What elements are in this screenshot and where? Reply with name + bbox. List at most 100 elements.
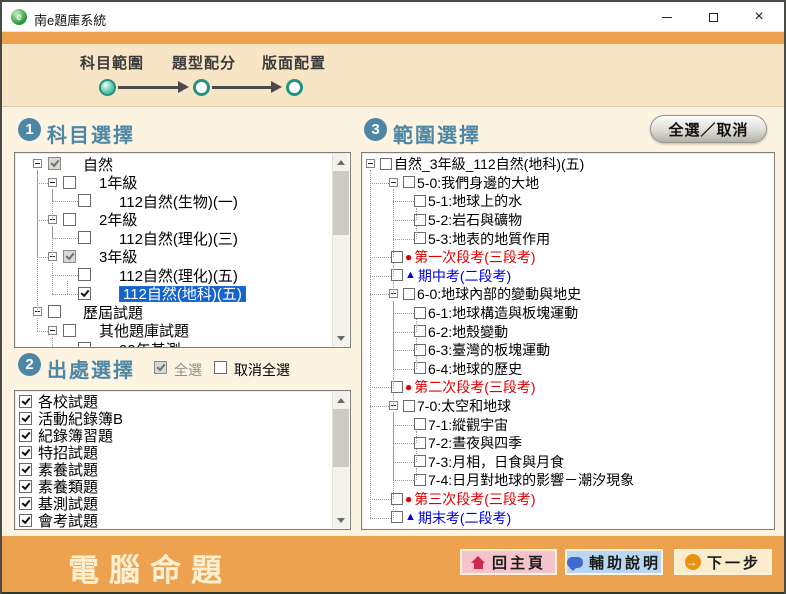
- tree-node-label[interactable]: 7-0:太空和地球: [417, 397, 511, 416]
- tree-checkbox[interactable]: [380, 158, 392, 170]
- source-checkbox[interactable]: [19, 412, 32, 425]
- tree-row: 112自然(理化)(五): [15, 266, 333, 285]
- chat-bubble-icon: [567, 557, 583, 568]
- tree-checkbox[interactable]: [48, 157, 61, 170]
- close-icon[interactable]: ×: [736, 2, 782, 32]
- deselect-all-label[interactable]: 取消全選: [234, 360, 290, 380]
- deselect-all-checkbox[interactable]: [214, 361, 227, 374]
- next-step-button[interactable]: 下一步: [674, 549, 772, 575]
- tree-node-label[interactable]: 112自然(理化)(三): [119, 229, 238, 248]
- tree-checkbox[interactable]: [63, 176, 76, 189]
- tree-checkbox[interactable]: [78, 231, 91, 244]
- tree-connector: [393, 239, 414, 240]
- tree-node-label[interactable]: 5-1:地球上的水: [428, 192, 522, 211]
- section1-number-badge: 1: [18, 118, 41, 141]
- tree-node-label[interactable]: ●第三次段考(三段考): [405, 490, 536, 509]
- tree-row: 5-3:地表的地質作用: [362, 229, 774, 248]
- tree-node-label[interactable]: 2年級: [99, 211, 137, 230]
- source-checkbox[interactable]: [19, 446, 32, 459]
- tree-checkbox[interactable]: [63, 250, 76, 263]
- help-button-label: 輔助說明: [589, 552, 661, 573]
- scroll-down-icon[interactable]: [333, 330, 349, 346]
- tree-node-label[interactable]: 99年基測: [119, 340, 181, 347]
- tree-node-text: 99年基測: [119, 339, 181, 347]
- list-item[interactable]: 會考試題: [15, 512, 333, 529]
- tree-node-label[interactable]: 112自然(地科)(五): [119, 286, 246, 303]
- tree-node-label[interactable]: 其他題庫試題: [99, 322, 189, 341]
- tree-node-text: 5-1:地球上的水: [428, 191, 522, 211]
- vertical-scrollbar[interactable]: [332, 392, 349, 528]
- scrollbar-thumb[interactable]: [333, 409, 349, 467]
- tree-checkbox[interactable]: [414, 418, 426, 430]
- tree-node-label[interactable]: 5-0:我們身邊的大地: [417, 174, 539, 193]
- scroll-down-icon[interactable]: [333, 512, 349, 528]
- collapse-minus-icon[interactable]: [366, 159, 375, 168]
- tree-node-label[interactable]: 6-3:臺灣的板塊運動: [428, 341, 550, 360]
- tree-checkbox[interactable]: [63, 324, 76, 337]
- tree-node-label[interactable]: 7-2:晝夜與四季: [428, 434, 522, 453]
- select-toggle-all-button[interactable]: 全選／取消: [650, 115, 767, 143]
- tree-node-label[interactable]: 歷屆試題: [83, 303, 143, 322]
- tree-node-label[interactable]: ▲期中考(二段考): [405, 267, 511, 286]
- collapse-minus-icon[interactable]: [33, 159, 42, 168]
- app-logo-letter: e: [16, 12, 22, 23]
- tree-node-label[interactable]: 112自然(理化)(五): [119, 266, 238, 285]
- tree-checkbox[interactable]: [48, 305, 61, 318]
- tree-connector: [370, 499, 391, 500]
- source-checkbox[interactable]: [19, 429, 32, 442]
- tree-node-label[interactable]: ●第二次段考(三段考): [405, 378, 536, 397]
- tree-node-label[interactable]: 5-2:岩石與礦物: [428, 211, 522, 230]
- tree-node-label[interactable]: 3年級: [99, 248, 137, 267]
- tree-node-label[interactable]: 1年級: [99, 174, 137, 193]
- tree-row: ▲期中考(二段考): [362, 267, 774, 286]
- tree-node-label[interactable]: 自然: [83, 155, 113, 174]
- vertical-scrollbar[interactable]: [332, 154, 349, 346]
- tree-checkbox[interactable]: [78, 342, 91, 347]
- tree-connector: [37, 170, 38, 312]
- tree-node-label[interactable]: ●第一次段考(三段考): [405, 248, 536, 267]
- tree-checkbox[interactable]: [414, 307, 426, 319]
- home-button[interactable]: 回主頁: [460, 549, 557, 575]
- tree-checkbox[interactable]: [78, 194, 91, 207]
- scroll-up-icon[interactable]: [333, 154, 349, 170]
- tree-node-text: 期中考(二段考): [418, 266, 511, 286]
- collapse-minus-icon[interactable]: [48, 326, 57, 335]
- select-all-checkbox[interactable]: [154, 361, 167, 374]
- tree-checkbox[interactable]: [78, 268, 91, 281]
- tree-row: 112自然(理化)(三): [15, 229, 333, 248]
- tree-node-label[interactable]: 6-4:地球的歷史: [428, 360, 522, 379]
- select-all-label[interactable]: 全選: [174, 360, 202, 380]
- step-label-question-allocation: 題型配分: [172, 52, 236, 73]
- collapse-minus-icon[interactable]: [389, 178, 398, 187]
- minimize-icon[interactable]: [644, 2, 690, 32]
- tree-node-label[interactable]: 7-3:月相，日食與月食: [428, 453, 564, 472]
- maximize-icon[interactable]: [690, 2, 736, 32]
- tree-node-label[interactable]: 7-1:縱觀宇宙: [428, 415, 508, 434]
- tree-node-label[interactable]: 6-2:地殼變動: [428, 322, 508, 341]
- source-item-label[interactable]: 會考試題: [38, 512, 98, 529]
- tree-checkbox[interactable]: [403, 176, 415, 188]
- tree-node-label[interactable]: 7-4:日月對地球的影響－潮汐現象: [428, 471, 634, 490]
- tree-node-label[interactable]: ▲期末考(二段考): [405, 508, 511, 527]
- source-checkbox[interactable]: [19, 463, 32, 476]
- tree-checkbox[interactable]: [403, 400, 415, 412]
- help-button[interactable]: 輔助說明: [565, 549, 663, 575]
- tree-connector: [393, 462, 414, 463]
- tree-node-label[interactable]: 自然_3年級_112自然(地科)(五): [394, 155, 584, 174]
- scroll-up-icon[interactable]: [333, 392, 349, 408]
- tree-row: ●第三次段考(三段考): [362, 490, 774, 509]
- collapse-minus-icon[interactable]: [48, 178, 57, 187]
- tree-node-label[interactable]: 112自然(生物)(一): [119, 192, 238, 211]
- tree-checkbox[interactable]: [403, 288, 415, 300]
- tree-node-label[interactable]: 6-1:地球構造與板塊運動: [428, 304, 578, 323]
- source-checkbox[interactable]: [19, 497, 32, 510]
- source-checkbox[interactable]: [19, 514, 32, 527]
- tree-node-label[interactable]: 5-3:地表的地質作用: [428, 229, 550, 248]
- source-checkbox[interactable]: [19, 480, 32, 493]
- tree-node-label[interactable]: 6-0:地球內部的變動與地史: [417, 285, 581, 304]
- scrollbar-thumb[interactable]: [333, 171, 349, 235]
- source-checkbox[interactable]: [19, 395, 32, 408]
- tree-checkbox[interactable]: [78, 287, 91, 300]
- tree-checkbox[interactable]: [414, 195, 426, 207]
- tree-checkbox[interactable]: [63, 213, 76, 226]
